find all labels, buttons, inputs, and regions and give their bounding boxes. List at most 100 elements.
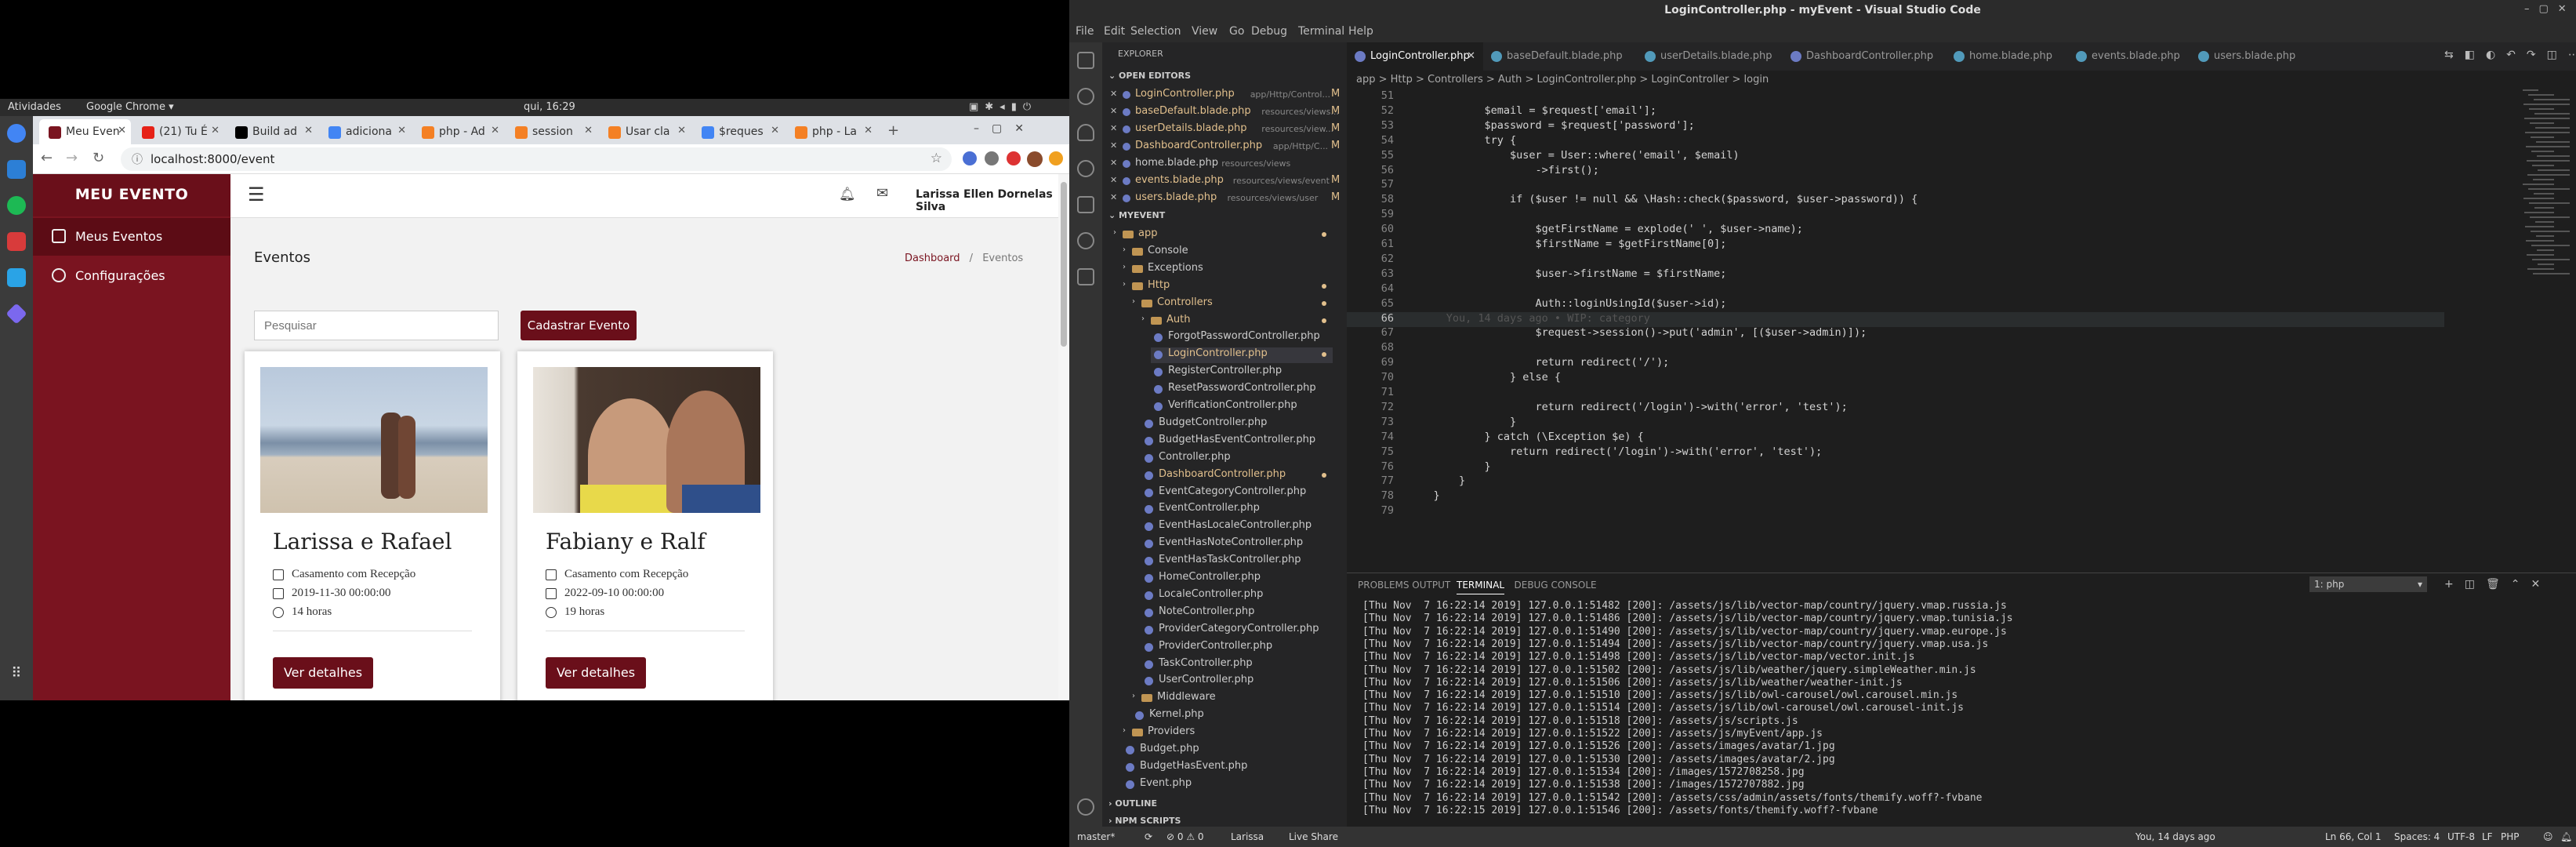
editor-tab[interactable]: userDetails.blade.php bbox=[1637, 42, 1783, 71]
settings-gear-icon[interactable] bbox=[1077, 798, 1094, 816]
file-item[interactable]: HomeController.php bbox=[1141, 571, 1333, 587]
menu-item[interactable]: Help bbox=[1348, 25, 1373, 38]
brand-logo[interactable]: MEU EVENTO bbox=[33, 174, 230, 216]
editor-breadcrumb[interactable]: app > Http > Controllers > Auth > LoginC… bbox=[1347, 71, 2576, 89]
encoding[interactable]: UTF-8 bbox=[2447, 831, 2475, 842]
folder-item[interactable]: › Providers bbox=[1123, 725, 1333, 741]
file-item[interactable]: Budget.php bbox=[1123, 743, 1333, 758]
menu-item[interactable]: Terminal bbox=[1298, 25, 1344, 38]
menu-item[interactable]: Debug bbox=[1251, 25, 1287, 38]
open-editor-item[interactable]: ✕ users.blade.php resources/views/user M bbox=[1110, 191, 1345, 207]
close-icon[interactable]: ✕ bbox=[211, 125, 220, 136]
git-blame[interactable]: You, 14 days ago bbox=[2135, 831, 2215, 842]
app-menu[interactable]: Google Chrome ▾ bbox=[86, 101, 174, 113]
close-icon[interactable]: ✕ bbox=[1110, 140, 1117, 151]
file-item[interactable]: Kernel.php bbox=[1132, 708, 1333, 724]
open-editor-item[interactable]: ✕ userDetails.blade.php resources/view... M bbox=[1110, 122, 1345, 138]
file-item[interactable]: ProviderCategoryController.php bbox=[1141, 623, 1333, 638]
window-controls[interactable]: –▢✕ bbox=[2524, 3, 2576, 15]
close-icon[interactable]: ✕ bbox=[1110, 158, 1117, 168]
cursor-position[interactable]: Ln 66, Col 1 bbox=[2325, 831, 2382, 842]
feedback-icon[interactable]: ☺ bbox=[2543, 831, 2553, 842]
url-bar[interactable]: ⓘ localhost:8000/event ☆ bbox=[121, 147, 952, 171]
outline-header[interactable]: › OUTLINE bbox=[1108, 798, 1157, 809]
close-icon[interactable]: ✕ bbox=[1467, 50, 1475, 62]
folder-item[interactable]: › Middleware bbox=[1132, 691, 1333, 707]
folder-item[interactable]: › Exceptions bbox=[1123, 262, 1333, 278]
live-share-button[interactable]: Live Share bbox=[1289, 831, 1338, 842]
remote-icon[interactable] bbox=[1077, 232, 1094, 249]
editor-tab[interactable]: LoginController.php ✕ bbox=[1347, 42, 1483, 71]
file-item[interactable]: BudgetHasEventController.php bbox=[1141, 434, 1333, 449]
close-icon[interactable]: ✕ bbox=[397, 125, 406, 136]
menu-item[interactable]: Edit bbox=[1104, 25, 1125, 38]
debug-icon[interactable] bbox=[1077, 160, 1094, 177]
editor-tab[interactable]: home.blade.php bbox=[1946, 42, 2068, 71]
file-item[interactable]: LocaleController.php bbox=[1141, 588, 1333, 604]
notifications-icon[interactable]: 🔔︎ bbox=[2560, 831, 2572, 842]
code-line[interactable]: 64 bbox=[1347, 282, 2444, 297]
npm-scripts-header[interactable]: › NPM SCRIPTS bbox=[1108, 816, 1181, 826]
hamburger-menu-icon[interactable]: ☰ bbox=[248, 184, 265, 205]
details-button[interactable]: Ver detalhes bbox=[546, 657, 646, 689]
code-line[interactable]: 65 Auth::loginUsingId($user->id); bbox=[1347, 297, 2444, 312]
activities-button[interactable]: Atividades bbox=[8, 101, 61, 113]
code-line[interactable]: 62 bbox=[1347, 253, 2444, 267]
language-mode[interactable]: PHP bbox=[2501, 831, 2520, 842]
file-item[interactable]: RegisterController.php bbox=[1151, 365, 1333, 380]
code-line[interactable]: 78 } bbox=[1347, 489, 2444, 504]
file-item[interactable]: LoginController.php bbox=[1151, 347, 1333, 364]
forward-icon[interactable]: → bbox=[66, 150, 78, 166]
browser-tab[interactable]: (21) Tu É ✕ bbox=[132, 119, 224, 144]
file-item[interactable]: BudgetController.php bbox=[1141, 416, 1333, 432]
close-icon[interactable]: ✕ bbox=[491, 125, 499, 136]
close-icon[interactable]: ✕ bbox=[771, 125, 779, 136]
file-item[interactable]: Event.php bbox=[1123, 777, 1333, 793]
code-line[interactable]: 66 You, 14 days ago • WIP: category bbox=[1347, 311, 2444, 327]
sidebar-item-configuracoes[interactable]: Configurações bbox=[33, 257, 230, 295]
close-icon[interactable]: ✕ bbox=[1110, 175, 1117, 185]
browser-tab[interactable]: php - Ad ✕ bbox=[412, 119, 504, 144]
folder-item[interactable]: › Controllers bbox=[1132, 296, 1333, 312]
chrome-icon[interactable] bbox=[7, 124, 26, 143]
source-control-icon[interactable] bbox=[1077, 124, 1094, 141]
file-item[interactable]: NoteController.php bbox=[1141, 605, 1333, 621]
file-item[interactable]: ProviderController.php bbox=[1141, 640, 1333, 656]
git-branch[interactable]: master* bbox=[1077, 831, 1115, 842]
file-item[interactable]: EventHasLocaleController.php bbox=[1141, 519, 1333, 535]
extension-icon[interactable] bbox=[1007, 151, 1021, 165]
sync-icon[interactable]: ⟳ bbox=[1145, 831, 1152, 842]
code-line[interactable]: 55 $user = User::where('email', $email) bbox=[1347, 149, 2444, 164]
files-icon[interactable] bbox=[7, 160, 26, 179]
bookmark-star-icon[interactable]: ☆ bbox=[931, 151, 942, 166]
close-icon[interactable]: ✕ bbox=[1110, 192, 1117, 202]
project-header[interactable]: ⌄ MYEVENT bbox=[1108, 210, 1165, 220]
app-icon[interactable] bbox=[7, 232, 26, 251]
menu-item[interactable]: Selection bbox=[1130, 25, 1181, 38]
terminal-output[interactable]: [Thu Nov 7 16:22:14 2019] 127.0.0.1:5148… bbox=[1347, 600, 2576, 827]
user-name[interactable]: Larissa Ellen Dornelas Silva bbox=[916, 188, 1069, 213]
file-item[interactable]: UserController.php bbox=[1141, 674, 1333, 689]
code-line[interactable]: 67 $request->session()->put('admin', [($… bbox=[1347, 326, 2444, 341]
new-tab-button[interactable]: + bbox=[887, 122, 899, 139]
file-item[interactable]: BudgetHasEvent.php bbox=[1123, 760, 1333, 776]
code-line[interactable]: 59 bbox=[1347, 208, 2444, 223]
open-editors-header[interactable]: ⌄ OPEN EDITORS bbox=[1108, 71, 1191, 81]
details-button[interactable]: Ver detalhes bbox=[273, 657, 373, 689]
close-icon[interactable]: ✕ bbox=[1110, 106, 1117, 116]
terminal-select[interactable]: 1: php ▾ bbox=[2309, 576, 2427, 592]
show-apps-icon[interactable]: ⠿ bbox=[7, 665, 26, 684]
open-editor-item[interactable]: ✕ events.blade.php resources/views/event M bbox=[1110, 174, 1345, 190]
file-item[interactable]: EventCategoryController.php bbox=[1141, 485, 1333, 501]
menu-item[interactable]: Go bbox=[1229, 25, 1244, 38]
code-line[interactable]: 74 } catch (\Exception $e) { bbox=[1347, 431, 2444, 445]
file-item[interactable]: VerificationController.php bbox=[1151, 399, 1333, 415]
reload-icon[interactable]: ↻ bbox=[93, 150, 104, 166]
bell-icon[interactable]: 🔔︎ bbox=[839, 187, 856, 202]
line-ending[interactable]: LF bbox=[2482, 831, 2493, 842]
code-line[interactable]: 77 } bbox=[1347, 474, 2444, 489]
close-icon[interactable]: ✕ bbox=[677, 125, 686, 136]
code-line[interactable]: 54 try { bbox=[1347, 134, 2444, 149]
browser-tab[interactable]: php - La ✕ bbox=[785, 119, 877, 144]
close-icon[interactable]: ✕ bbox=[584, 125, 593, 136]
